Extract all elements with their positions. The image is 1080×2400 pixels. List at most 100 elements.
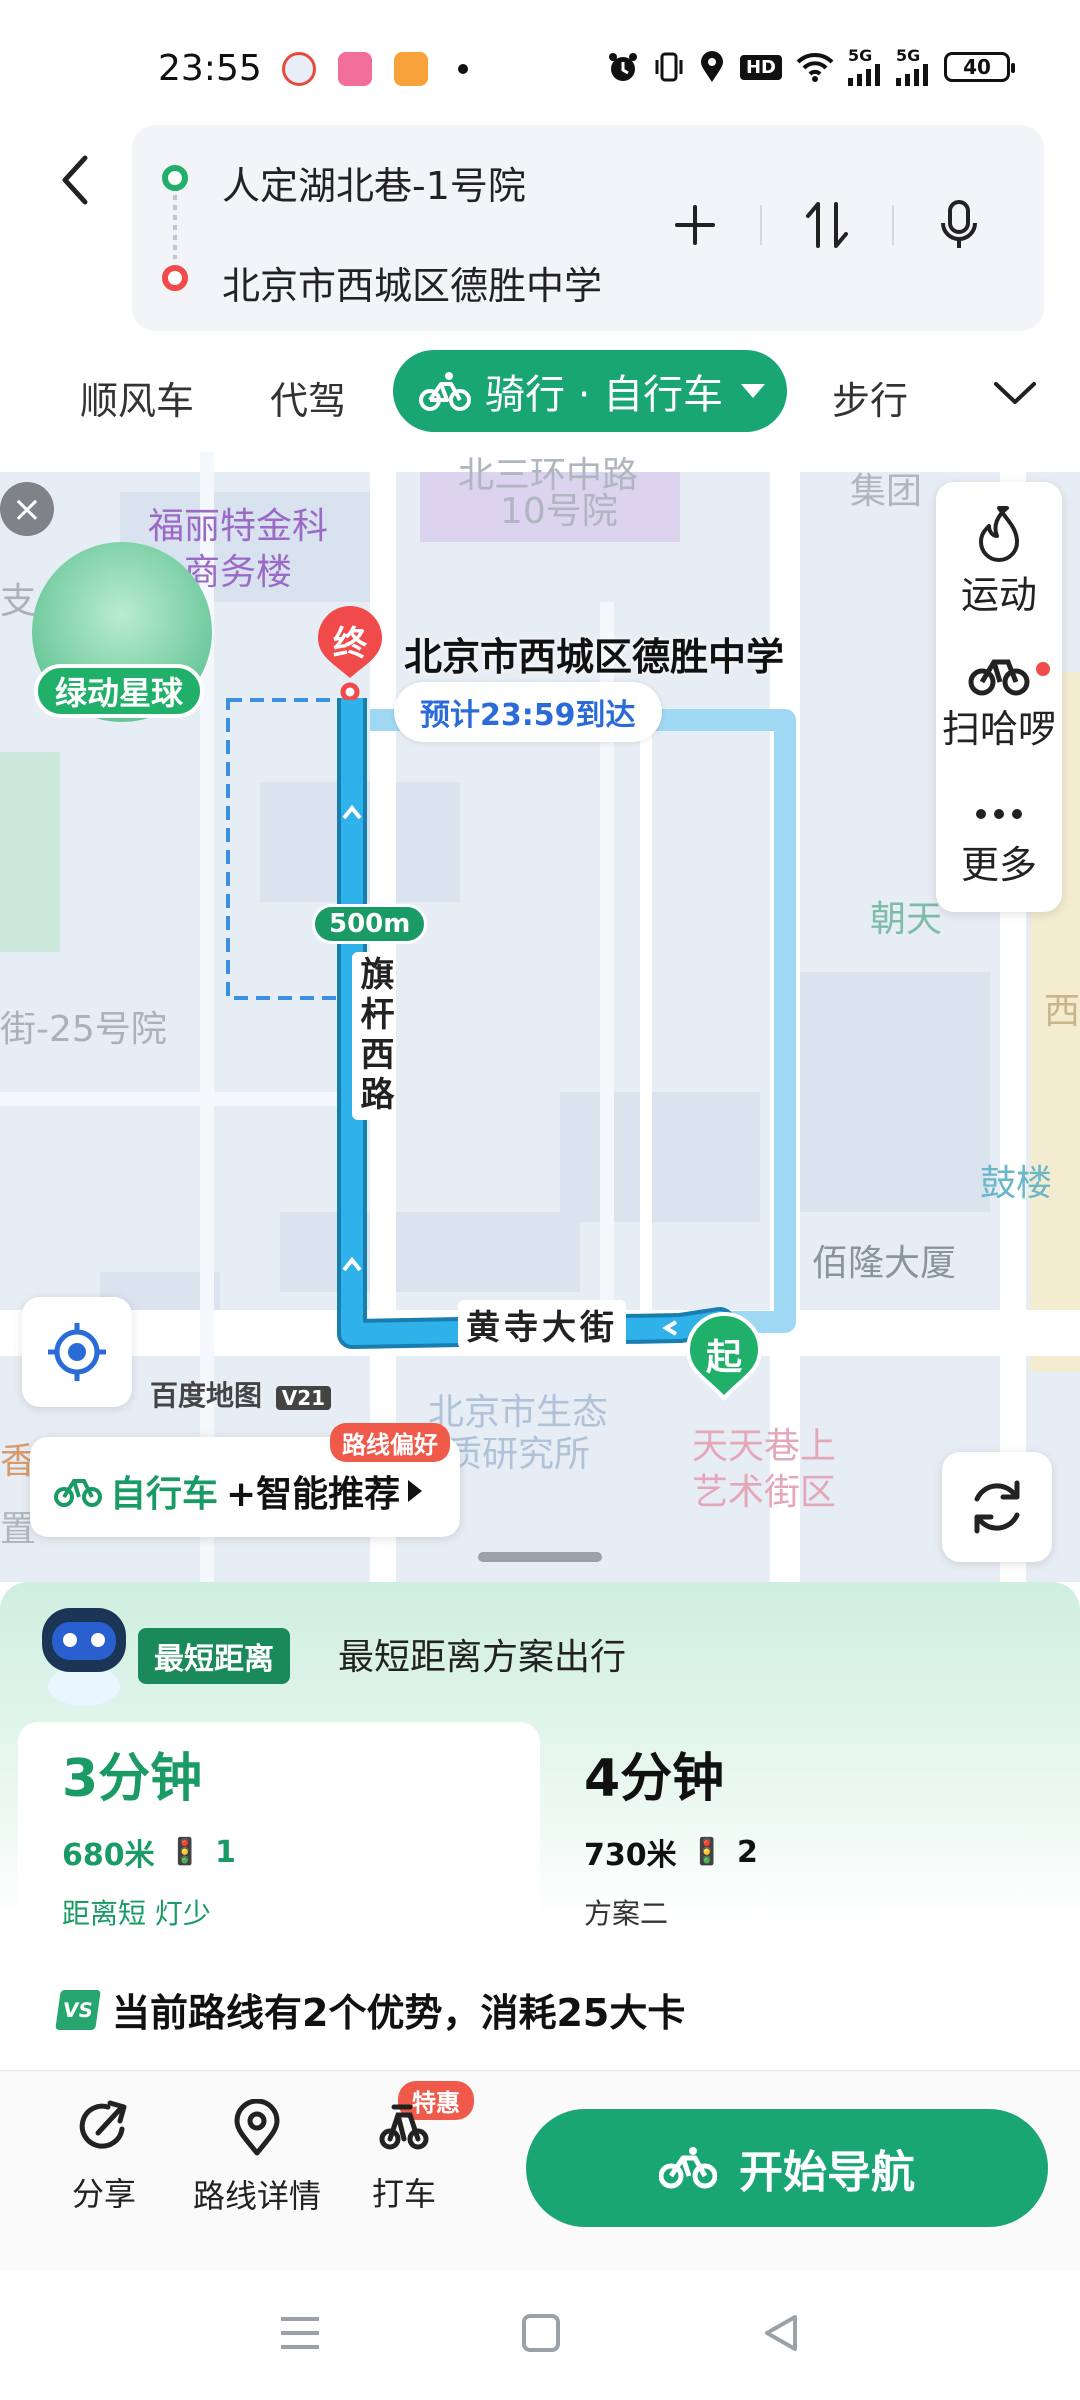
bilibili-icon [338, 52, 372, 86]
start-navigation-button[interactable]: 开始导航 [526, 2109, 1048, 2227]
scan-label: 扫哈啰 [941, 707, 1056, 751]
my-location-button[interactable] [22, 1297, 132, 1407]
route-preference-card[interactable]: 路线偏好 自行车 +智能推荐 [30, 1423, 460, 1537]
map-label-poi: 天天巷上 艺术街区 [692, 1426, 837, 1513]
scan-bike-button[interactable]: 扫哈啰 [936, 650, 1062, 753]
status-app-icons [282, 52, 468, 86]
start-location-field[interactable]: 人定湖北巷-1号院 [222, 155, 526, 210]
map-label-poi: 西 [1044, 991, 1080, 1032]
more-modes-button[interactable] [990, 368, 1040, 418]
tab-walking[interactable]: 步行 [832, 370, 908, 425]
plan-lights: 1 [215, 1834, 236, 1870]
dropdown-caret-icon [741, 384, 766, 398]
plan-lights: 2 [737, 1834, 758, 1870]
taxi-button[interactable]: 打车 [334, 2099, 474, 2215]
bicycle-icon [659, 2147, 717, 2189]
route-advantages-text: 当前路线有2个优势，消耗25大卡 [112, 1991, 686, 2035]
bicycle-icon [419, 372, 471, 411]
location-icon [698, 50, 726, 84]
alarm-icon [606, 50, 640, 84]
plan-duration: 4分钟 [584, 1749, 725, 1809]
bottom-action-bar: 分享 路线详情 特惠 打车 开始导航 [0, 2070, 1080, 2270]
back-button[interactable] [50, 150, 100, 210]
more-label: 更多 [960, 843, 1037, 887]
end-pin[interactable]: 终 [308, 604, 392, 702]
plan-distance: 680米 [62, 1838, 155, 1873]
bicycle-icon [968, 659, 1030, 696]
map-brand-name: 百度地图 [150, 1379, 263, 1412]
distance-chip: 500m [312, 904, 428, 944]
end-pin-label: 终 [333, 624, 367, 664]
route-plan-sheet: 最短距离 最短距离方案出行 3分钟 680米 🚦 1 距离短 灯少 4分钟 73… [0, 1582, 1080, 2070]
plan-subtitle: 距离短 灯少 [62, 1897, 211, 1930]
add-waypoint-button[interactable] [630, 185, 760, 265]
battery-level: 40 [963, 55, 991, 79]
swap-icon [806, 202, 848, 248]
swap-route-button[interactable] [762, 185, 892, 265]
tab-cycling-active[interactable]: 骑行 · 自行车 [393, 350, 787, 432]
back-nav-button[interactable] [761, 2313, 801, 2357]
route-actions [630, 185, 1024, 265]
sheet-drag-handle[interactable] [478, 1552, 602, 1562]
taxi-label: 打车 [371, 2175, 436, 2213]
refresh-route-button[interactable] [942, 1452, 1052, 1562]
route-preference-badge: 路线偏好 [330, 1423, 450, 1462]
map-label-building: 街-25号院 [0, 1009, 167, 1050]
signal-sim1-icon: 5G [848, 48, 882, 86]
vibrate-icon [654, 50, 684, 84]
status-bar: 23:55 HD 5G 5G 40 [0, 0, 1080, 120]
more-notifications-icon [458, 64, 468, 74]
app-notification-icon [282, 52, 316, 86]
traffic-light-icon: 🚦 [690, 1837, 723, 1867]
wifi-icon [796, 52, 834, 82]
refresh-icon [974, 1480, 1020, 1534]
home-nav-button[interactable] [521, 2313, 561, 2357]
road-name-horizontal: 黄寺大街 [458, 1300, 626, 1349]
route-preference-smart: +智能推荐 [226, 1474, 401, 1515]
route-advantages[interactable]: VS 当前路线有2个优势，消耗25大卡 [55, 1982, 686, 2037]
route-details-button[interactable]: 路线详情 [184, 2099, 330, 2217]
status-time: 23:55 [158, 48, 262, 89]
tab-carpool[interactable]: 顺风车 [80, 370, 194, 425]
start-pin[interactable]: 起 [680, 1310, 768, 1418]
tab-designated-driver[interactable]: 代驾 [270, 370, 346, 425]
route-connector [173, 195, 177, 259]
route-plan-card-selected[interactable]: 3分钟 680米 🚦 1 距离短 灯少 [18, 1722, 540, 1952]
plan-meta: 730米 🚦 2 [584, 1830, 758, 1874]
battery-icon: 40 [944, 52, 1015, 82]
close-promo-button[interactable]: × [0, 482, 54, 536]
plan-duration: 3分钟 [62, 1749, 203, 1809]
robot-mascot-icon [28, 1594, 140, 1706]
voice-input-button[interactable] [894, 185, 1024, 265]
route-plan-card[interactable]: 4分钟 730米 🚦 2 方案二 [540, 1722, 1062, 1952]
plus-icon [675, 205, 715, 245]
signal-sim2-icon: 5G [896, 48, 930, 86]
share-label: 分享 [71, 2175, 136, 2213]
share-button[interactable]: 分享 [34, 2099, 174, 2215]
shortest-description: 最短距离方案出行 [338, 1637, 627, 1678]
route-plans: 3分钟 680米 🚦 1 距离短 灯少 4分钟 730米 🚦 2 方案二 [18, 1722, 1062, 1952]
plan-meta: 680米 🚦 1 [62, 1830, 236, 1874]
more-tools-button[interactable]: 更多 [936, 794, 1062, 889]
close-icon: × [11, 488, 43, 530]
route-details-label: 路线详情 [192, 2177, 321, 2215]
location-pin-icon [234, 2099, 280, 2156]
end-dot-icon [162, 265, 188, 291]
flame-icon [979, 506, 1019, 562]
plan-subtitle: 方案二 [584, 1897, 669, 1930]
green-planet-label[interactable]: 绿动星球 [34, 664, 204, 718]
map-view[interactable]: 北三环中路 10号院 福丽特金科 商务楼 集团 街-25号院 支 朝天 西 鼓楼… [0, 452, 1080, 1582]
traffic-light-icon: 🚦 [168, 1837, 201, 1867]
menu-nav-button[interactable] [279, 2313, 321, 2357]
sport-button[interactable]: 运动 [936, 504, 1062, 619]
map-label-poi: 朝天 [870, 899, 943, 940]
chevron-left-icon [62, 155, 88, 205]
home-square-icon [522, 2314, 560, 2352]
map-brand: 百度地图 V21 [150, 1374, 332, 1414]
map-label-building: 10号院 [500, 491, 618, 532]
play-arrow-icon [408, 1480, 423, 1502]
game-app-icon [394, 52, 428, 86]
end-location-field[interactable]: 北京市西城区德胜中学 [222, 255, 602, 310]
vs-badge-icon: VS [55, 1989, 101, 2030]
map-label-poi: 鼓楼 [980, 1163, 1053, 1204]
